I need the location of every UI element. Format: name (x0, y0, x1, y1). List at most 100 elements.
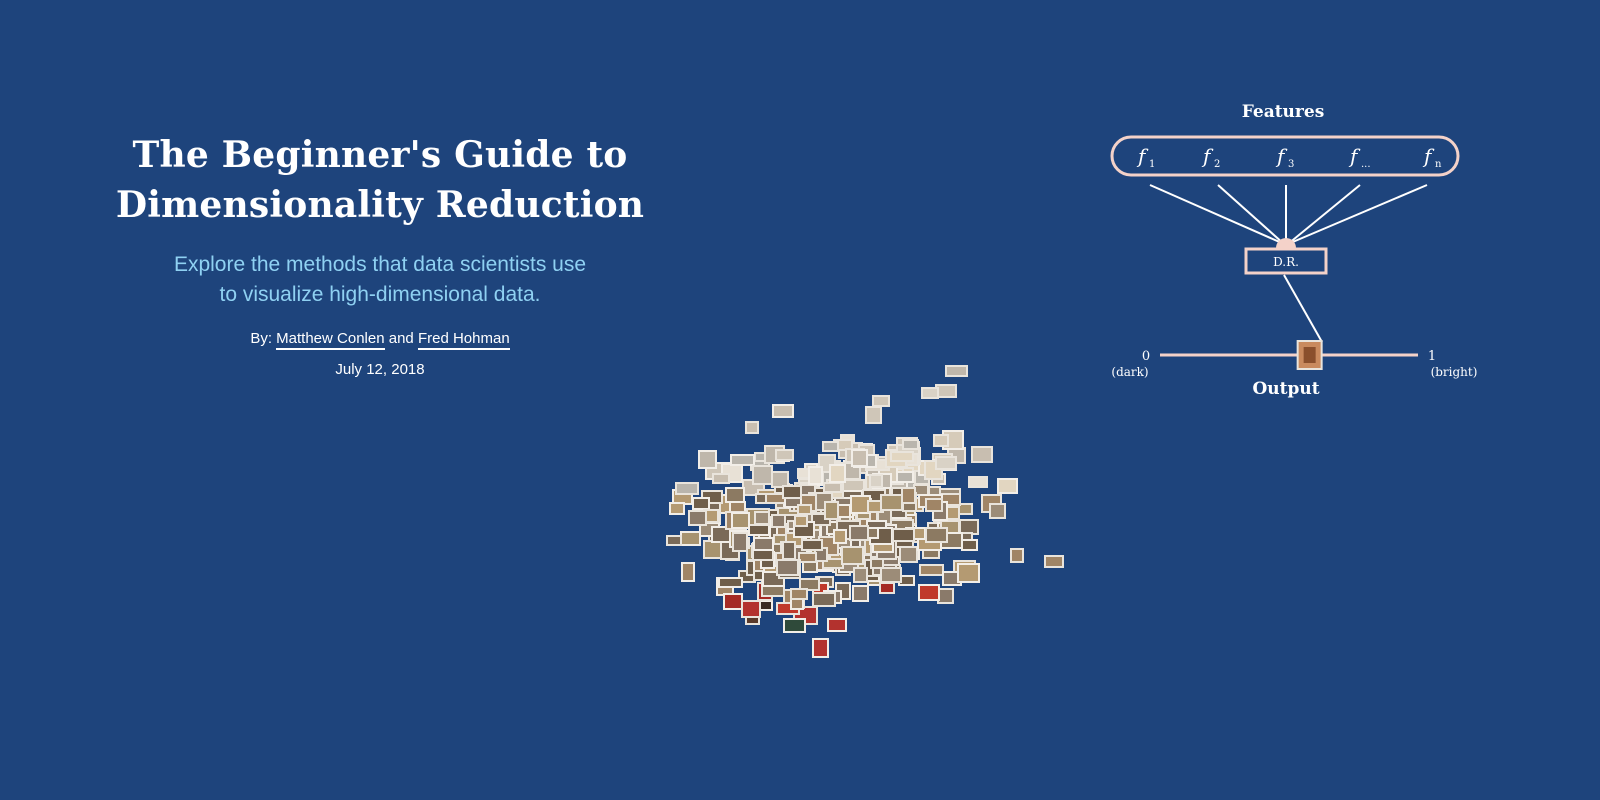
author-link-fred-hohman[interactable]: Fred Hohman (417, 330, 510, 350)
image-thumbnail (794, 514, 809, 527)
image-thumbnail (840, 545, 864, 565)
feature-subscript: 1 (1149, 159, 1155, 170)
image-thumbnail (989, 502, 1007, 519)
image-thumbnail (800, 539, 823, 552)
and-label: and (388, 330, 414, 347)
scale-min-caption: (dark) (1111, 365, 1148, 379)
feature-symbol: f (1422, 144, 1435, 168)
image-thumbnail (925, 527, 949, 544)
image-thumbnail (871, 395, 890, 408)
by-label: By: (250, 330, 272, 347)
image-thumbnail (797, 551, 817, 563)
image-thumbnail (781, 541, 796, 561)
image-thumbnail (675, 481, 700, 495)
image-thumbnail (851, 584, 869, 602)
image-thumbnail (961, 538, 979, 551)
image-thumbnail (879, 494, 903, 512)
feature-symbol: f (1136, 144, 1149, 168)
image-thumbnail (745, 421, 760, 435)
image-thumbnail (823, 481, 843, 493)
image-thumbnail (782, 485, 803, 500)
feature-f3: f 3 (1275, 144, 1294, 170)
feature-symbol: f (1201, 144, 1214, 168)
output-thumbnail-marker (1296, 340, 1323, 370)
image-thumbnail (730, 512, 750, 530)
image-thumbnail (901, 486, 917, 504)
image-thumbnail (753, 537, 775, 552)
image-thumbnail (878, 582, 895, 595)
feature-symbol: f (1348, 144, 1361, 168)
image-thumbnail (1043, 554, 1064, 568)
image-thumbnail (829, 464, 847, 484)
image-thumbnail (902, 439, 920, 451)
image-thumbnail (724, 486, 745, 503)
title-line-2: Dimensionality Reduction (115, 184, 645, 226)
features-container (1110, 135, 1460, 177)
image-thumbnail (891, 528, 915, 543)
image-thumbnail (850, 449, 868, 468)
image-thumbnail (827, 618, 848, 633)
image-thumbnail (925, 498, 944, 512)
image-thumbnail (740, 600, 761, 619)
image-thumbnail (811, 592, 836, 608)
image-thumbnail (970, 445, 993, 463)
dimensionality-reduction-diagram: Features f 1 f 2 f 3 f ... f n D.R. 0 (d… (1110, 102, 1477, 399)
image-thumbnail (789, 588, 808, 601)
image-thumbnail (697, 450, 717, 470)
image-thumbnail (692, 496, 711, 510)
image-thumbnail (732, 532, 749, 553)
image-thumbnail (680, 562, 695, 583)
image-thumbnail (771, 404, 794, 419)
image-thumbnail (1009, 547, 1024, 563)
output-connection (1283, 274, 1323, 343)
feature-symbol: f (1275, 144, 1288, 168)
image-thumbnail (717, 576, 743, 588)
image-thumbnail (812, 638, 830, 659)
feature-subscript: 3 (1288, 159, 1294, 170)
feature-subscript: 2 (1214, 159, 1220, 170)
feature-f-ellipsis: f ... (1348, 144, 1371, 170)
feature-subscript: n (1435, 159, 1442, 170)
scale-max-label: 1 (1428, 349, 1436, 364)
image-thumbnail (898, 545, 918, 563)
image-thumbnail (967, 475, 988, 488)
image-thumbnail (688, 509, 708, 526)
image-thumbnail (869, 474, 884, 489)
image-thumbnail (944, 364, 968, 377)
features-label: Features (1242, 102, 1325, 122)
subtitle-line-2: to visualize high-dimensional data. (219, 283, 541, 306)
image-thumbnail (932, 433, 949, 447)
image-thumbnail (918, 584, 941, 602)
image-thumbnail (782, 618, 806, 634)
title-line-1: The Beginner's Guide to (132, 134, 628, 176)
image-thumbnail (680, 530, 702, 546)
image-thumbnail (752, 464, 774, 485)
author-link-matthew-conlen[interactable]: Matthew Conlen (276, 330, 385, 350)
image-thumbnail (770, 514, 786, 529)
image-thumbnail (848, 524, 869, 541)
page-title: The Beginner's Guide to Dimensionality R… (100, 130, 660, 230)
image-thumbnail (754, 510, 771, 525)
image-thumbnail (833, 528, 848, 544)
image-scatter-plot (540, 300, 1190, 780)
image-thumbnail (934, 456, 957, 471)
image-thumbnail (666, 535, 683, 547)
image-thumbnail (889, 451, 914, 463)
image-thumbnail (712, 472, 731, 484)
image-thumbnail (956, 562, 980, 583)
image-thumbnail (864, 406, 882, 425)
feature-fn: f n (1422, 144, 1442, 170)
image-thumbnail (776, 559, 800, 577)
image-thumbnail (669, 502, 686, 516)
image-thumbnail (852, 566, 868, 583)
image-thumbnail (774, 448, 794, 461)
image-thumbnail (822, 441, 840, 453)
feature-f1: f 1 (1136, 144, 1155, 170)
image-thumbnail (921, 387, 940, 400)
output-label: Output (1252, 379, 1319, 399)
image-thumbnail (796, 503, 812, 515)
scale-min-label: 0 (1142, 349, 1150, 364)
image-thumbnail (879, 566, 902, 583)
dr-label: D.R. (1273, 255, 1299, 269)
image-thumbnail (824, 500, 840, 520)
